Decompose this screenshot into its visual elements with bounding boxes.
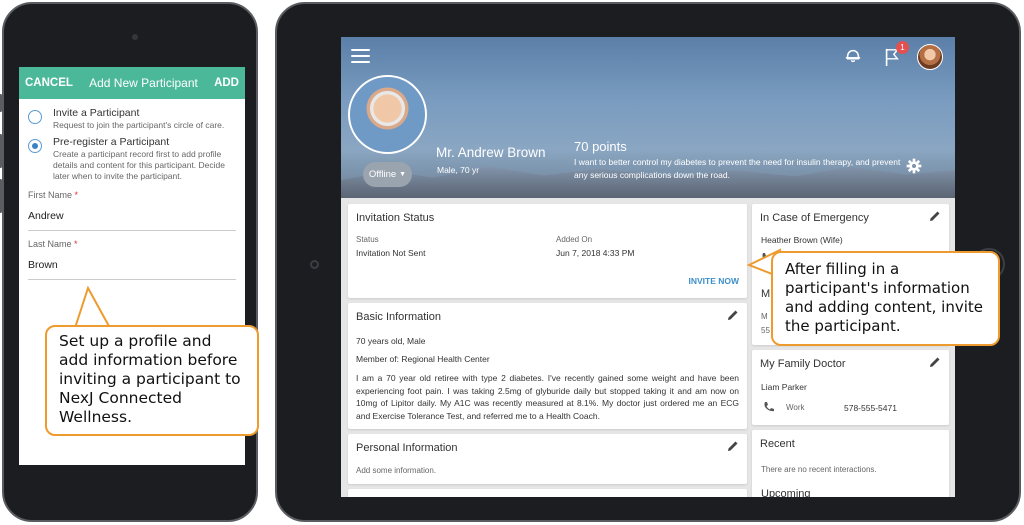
status-label: Offline [368, 169, 397, 180]
member-of: Member of: Regional Health Center [356, 354, 490, 364]
partial-text: M [761, 312, 768, 321]
add-participant-header: CANCEL Add New Participant ADD [19, 67, 245, 99]
phone-icon [764, 402, 774, 412]
phone-mute-switch [0, 94, 2, 112]
status-value: Invitation Not Sent [356, 248, 426, 258]
card-title: In Case of Emergency [760, 212, 869, 224]
participant-demographics: Male, 70 yr [437, 165, 480, 175]
participant-bio: I am a 70 year old retiree with type 2 d… [356, 373, 739, 421]
participant-name: Mr. Andrew Brown [436, 145, 546, 160]
upcoming-heading: Upcoming [761, 488, 811, 497]
menu-icon[interactable] [351, 49, 370, 67]
doctor-name: Liam Parker [761, 382, 807, 392]
card-title: Basic Information [356, 311, 441, 323]
card-title: Recent [760, 438, 795, 450]
partial-text: M [761, 288, 771, 300]
invite-option-desc: Request to join the participant's circle… [53, 120, 225, 130]
caret-down-icon: ▼ [399, 171, 407, 178]
age-gender: 70 years old, Male [356, 336, 426, 346]
last-name-input[interactable]: Brown [28, 249, 236, 280]
recent-card: Recent There are no recent interactions.… [752, 430, 949, 497]
header-title: Add New Participant [89, 76, 198, 90]
first-name-label: First Name [28, 190, 73, 200]
personal-information-card: Personal Information Add some informatio… [348, 434, 747, 484]
emergency-contact-name: Heather Brown (Wife) [761, 235, 843, 245]
invite-participant-option[interactable]: Invite a Participant Request to join the… [19, 99, 245, 131]
preregister-option-title: Pre-register a Participant [53, 136, 170, 148]
pencil-icon[interactable] [727, 309, 739, 321]
status-label: Status [356, 235, 379, 244]
required-marker: * [74, 190, 79, 200]
add-button[interactable]: ADD [214, 77, 239, 89]
participant-photo [348, 75, 427, 154]
last-name-field[interactable]: Last Name * Brown [19, 239, 245, 280]
tablet-camera [310, 260, 319, 269]
personal-info-placeholder: Add some information. [356, 466, 437, 475]
doctor-phone[interactable]: 578-555-5471 [844, 403, 897, 413]
next-card-partial [348, 489, 747, 497]
phone-device: CANCEL Add New Participant ADD Invite a … [0, 2, 258, 522]
preregister-option-desc: Create a participant record first to add… [53, 149, 225, 181]
invite-radio[interactable] [28, 110, 42, 124]
phone-volume-up [0, 134, 2, 168]
phone-volume-down [0, 179, 2, 213]
partial-text: 55 [761, 326, 770, 335]
recent-empty: There are no recent interactions. [761, 465, 877, 474]
last-name-label: Last Name [28, 239, 72, 249]
cancel-button[interactable]: CANCEL [25, 77, 73, 89]
notification-badge: 1 [896, 41, 909, 54]
basic-information-card: Basic Information 70 years old, Male Mem… [348, 303, 747, 429]
phone-camera [132, 34, 138, 40]
card-title: Invitation Status [356, 212, 435, 224]
health-goal: I want to better control my diabetes to … [574, 157, 901, 180]
invitation-status-card: Invitation Status Status Invitation Not … [348, 204, 747, 298]
first-name-input[interactable]: Andrew [28, 200, 236, 231]
pencil-icon[interactable] [727, 440, 739, 452]
added-on-value: Jun 7, 2018 4:33 PM [556, 248, 635, 258]
card-title: Personal Information [356, 442, 458, 454]
required-marker: * [74, 239, 78, 249]
user-avatar[interactable] [917, 44, 943, 70]
card-title: My Family Doctor [760, 358, 846, 370]
phone-type-label: Work [786, 403, 805, 412]
status-dropdown[interactable]: Offline ▼ [363, 162, 412, 187]
callout-left: Set up a profile and add information bef… [45, 325, 259, 436]
pencil-icon[interactable] [929, 210, 941, 222]
invite-now-button[interactable]: INVITE NOW [688, 276, 739, 286]
gear-icon[interactable] [906, 158, 922, 174]
invite-option-title: Invite a Participant [53, 107, 140, 119]
preregister-radio[interactable] [28, 139, 42, 153]
preregister-participant-option[interactable]: Pre-register a Participant Create a part… [19, 131, 245, 182]
added-on-label: Added On [556, 235, 593, 244]
first-name-field[interactable]: First Name * Andrew [19, 190, 245, 231]
pencil-icon[interactable] [929, 356, 941, 368]
points-count: 70 points [574, 139, 627, 154]
bell-icon[interactable] [844, 47, 862, 65]
family-doctor-card: My Family Doctor Liam Parker Work 578-55… [752, 350, 949, 425]
profile-banner: 1 Offline ▼ Mr. Andrew Brown Male, 70 yr… [341, 37, 955, 198]
callout-right: After filling in a participant's informa… [771, 251, 1000, 346]
